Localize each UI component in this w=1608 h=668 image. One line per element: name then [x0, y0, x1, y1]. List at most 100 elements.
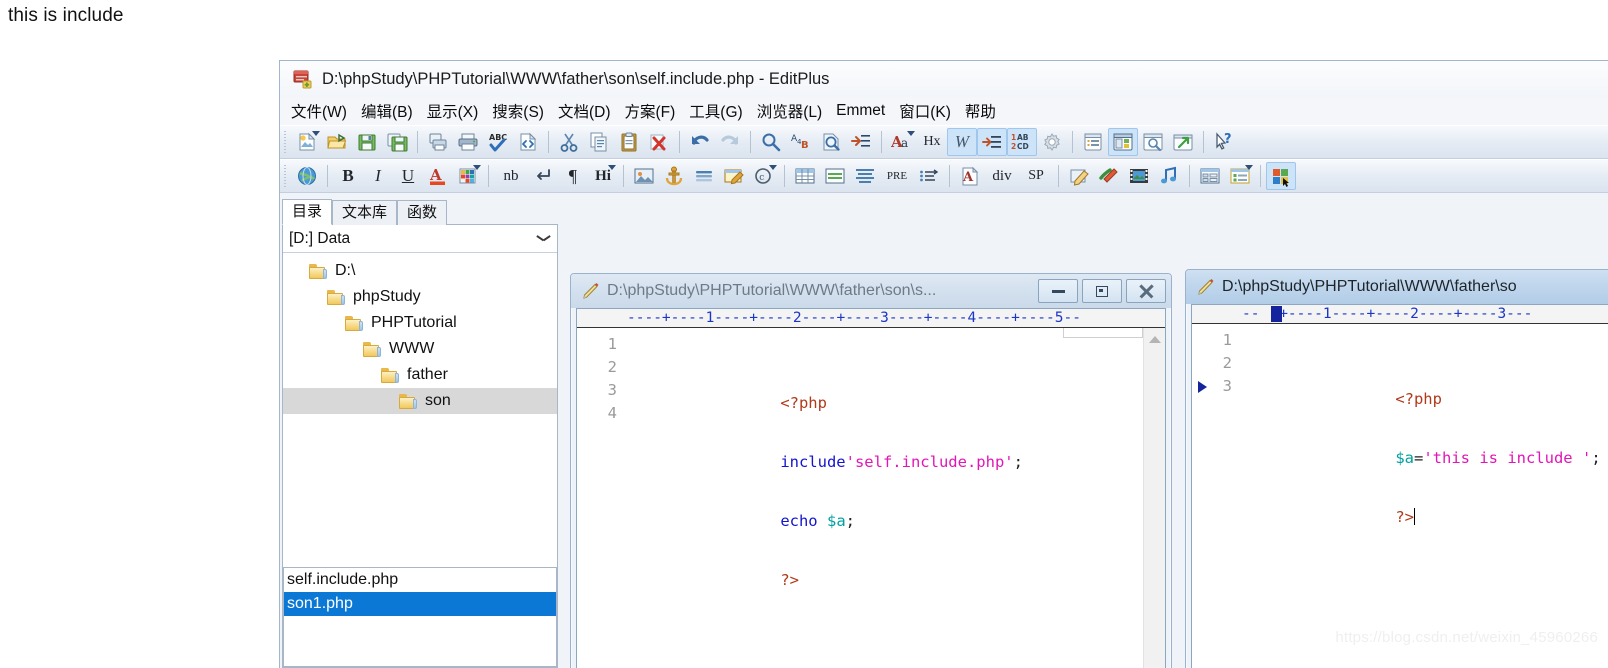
script-icon[interactable] [1094, 162, 1124, 190]
div-icon[interactable]: div [985, 162, 1019, 190]
save-icon[interactable] [352, 128, 382, 156]
print-preview-icon[interactable] [423, 128, 453, 156]
open-file-icon[interactable] [322, 128, 352, 156]
font-tag-icon[interactable]: A [955, 162, 985, 190]
chevron-down-icon[interactable] [312, 131, 320, 136]
new-file-icon[interactable] [292, 128, 322, 156]
cut-icon[interactable] [554, 128, 584, 156]
spell-check-icon[interactable]: ABC [483, 128, 513, 156]
list-icon[interactable] [914, 162, 944, 190]
directory-tree[interactable]: D:\ phpStudy PHPTutorial WWW father son [283, 253, 557, 563]
chevron-down-icon[interactable] [608, 165, 616, 170]
chevron-down-icon[interactable] [769, 165, 777, 170]
tree-item-father[interactable]: father [283, 362, 557, 388]
sound-icon[interactable] [1154, 162, 1184, 190]
document-list-icon[interactable] [1078, 128, 1108, 156]
font-icon[interactable]: A a [887, 128, 917, 156]
color-palette-icon[interactable] [453, 162, 483, 190]
tab-function[interactable]: 函数 [397, 200, 448, 225]
settings-icon[interactable] [1037, 128, 1067, 156]
form-icon[interactable] [719, 162, 749, 190]
menu-item-edit[interactable]: 编辑(B) [354, 98, 420, 124]
minimize-button[interactable] [1038, 279, 1078, 303]
tree-item-www[interactable]: WWW [283, 336, 557, 362]
menu-item-browser[interactable]: 浏览器(L) [750, 98, 829, 124]
menu-item-search[interactable]: 搜索(S) [485, 98, 551, 124]
find-in-files-icon[interactable] [816, 128, 846, 156]
editor-title-bar-right[interactable]: D:\phpStudy\PHPTutorial\WWW\father\so [1186, 270, 1608, 304]
replace-icon[interactable]: A 4 B [786, 128, 816, 156]
bold-icon[interactable]: B [333, 162, 363, 190]
chevron-down-icon[interactable] [537, 235, 550, 243]
goto-line-icon[interactable] [846, 128, 876, 156]
code-area-left[interactable]: 1 2 3 4 <?php include'self.include.php'; [577, 328, 1165, 668]
undo-icon[interactable] [685, 128, 715, 156]
preview-html-icon[interactable] [513, 128, 543, 156]
find-icon[interactable] [756, 128, 786, 156]
code-text-left[interactable]: <?php include'self.include.php'; echo $a… [627, 328, 1165, 668]
vertical-scrollbar-left[interactable] [1143, 328, 1165, 668]
tab-cliptext[interactable]: 文本库 [332, 200, 398, 225]
editor-title-bar-left[interactable]: D:\phpStudy\PHPTutorial\WWW\father\son\s… [571, 274, 1171, 308]
windows-icon[interactable] [1266, 162, 1296, 190]
underline-icon[interactable]: U [393, 162, 423, 190]
close-button[interactable] [1126, 279, 1166, 303]
hex-icon[interactable]: Hx [917, 128, 947, 156]
file-list-item[interactable]: self.include.php [284, 568, 556, 592]
italic-icon[interactable]: I [363, 162, 393, 190]
toggle-case-icon[interactable]: 1 AB 2 CD [1007, 128, 1037, 156]
paste-icon[interactable] [614, 128, 644, 156]
chevron-down-icon[interactable] [907, 131, 915, 136]
tab-directory[interactable]: 目录 [282, 199, 333, 225]
context-help-icon[interactable]: ? [1209, 128, 1239, 156]
file-list-item[interactable]: son1.php [284, 592, 556, 616]
launch-external-icon[interactable] [1168, 128, 1198, 156]
font-color-icon[interactable]: A [423, 162, 453, 190]
horizontal-rule-icon[interactable] [689, 162, 719, 190]
image-icon[interactable] [629, 162, 659, 190]
toolbar-grip[interactable] [282, 163, 289, 189]
print-icon[interactable] [453, 128, 483, 156]
edit-note-icon[interactable] [1064, 162, 1094, 190]
copyright-icon[interactable]: c [749, 162, 779, 190]
menu-item-help[interactable]: 帮助 [958, 98, 1003, 124]
table-icon[interactable] [790, 162, 820, 190]
menu-item-file[interactable]: 文件(W) [284, 98, 354, 124]
copy-icon[interactable] [584, 128, 614, 156]
paragraph-icon[interactable]: ¶ [558, 162, 588, 190]
clip-library-icon[interactable] [1138, 128, 1168, 156]
file-list[interactable]: self.include.php son1.php [283, 567, 557, 667]
align-center-icon[interactable] [850, 162, 880, 190]
line-break-icon[interactable] [528, 162, 558, 190]
tree-item-phptutorial[interactable]: PHPTutorial [283, 310, 557, 336]
save-all-icon[interactable] [382, 128, 412, 156]
delete-icon[interactable] [644, 128, 674, 156]
chevron-down-icon[interactable] [1245, 165, 1253, 170]
pre-icon[interactable]: PRE [880, 162, 914, 190]
align-left-icon[interactable] [820, 162, 850, 190]
anchor-icon[interactable] [659, 162, 689, 190]
menu-item-project[interactable]: 方案(F) [618, 98, 683, 124]
browser-icon[interactable] [292, 162, 322, 190]
menu-item-document[interactable]: 文档(D) [551, 98, 618, 124]
span-icon[interactable]: SP [1019, 162, 1053, 190]
restore-button[interactable] [1082, 279, 1122, 303]
tree-item-d-drive[interactable]: D:\ [283, 258, 557, 284]
movie-icon[interactable] [1124, 162, 1154, 190]
nbsp-icon[interactable]: nb [494, 162, 528, 190]
code-area-right[interactable]: 1 2 3 <?php $a='this is include '; ?> [1192, 324, 1608, 668]
heading-icon[interactable]: Hi [588, 162, 618, 190]
horizontal-scroll-stub[interactable] [1063, 328, 1143, 338]
toolbar-grip[interactable] [282, 129, 289, 155]
tree-item-phpstudy[interactable]: phpStudy [283, 284, 557, 310]
redo-icon[interactable] [715, 128, 745, 156]
word-wrap-icon[interactable]: W [947, 128, 977, 156]
menu-item-view[interactable]: 显示(X) [420, 98, 486, 124]
toggle-panel-icon[interactable] [1108, 128, 1138, 156]
menu-item-emmet[interactable]: Emmet [829, 100, 892, 122]
frame-icon[interactable] [1195, 162, 1225, 190]
menu-item-tools[interactable]: 工具(G) [682, 98, 749, 124]
menu-item-window[interactable]: 窗口(K) [892, 98, 958, 124]
template-icon[interactable] [1225, 162, 1255, 190]
code-text-right[interactable]: <?php $a='this is include '; ?> [1242, 324, 1608, 668]
